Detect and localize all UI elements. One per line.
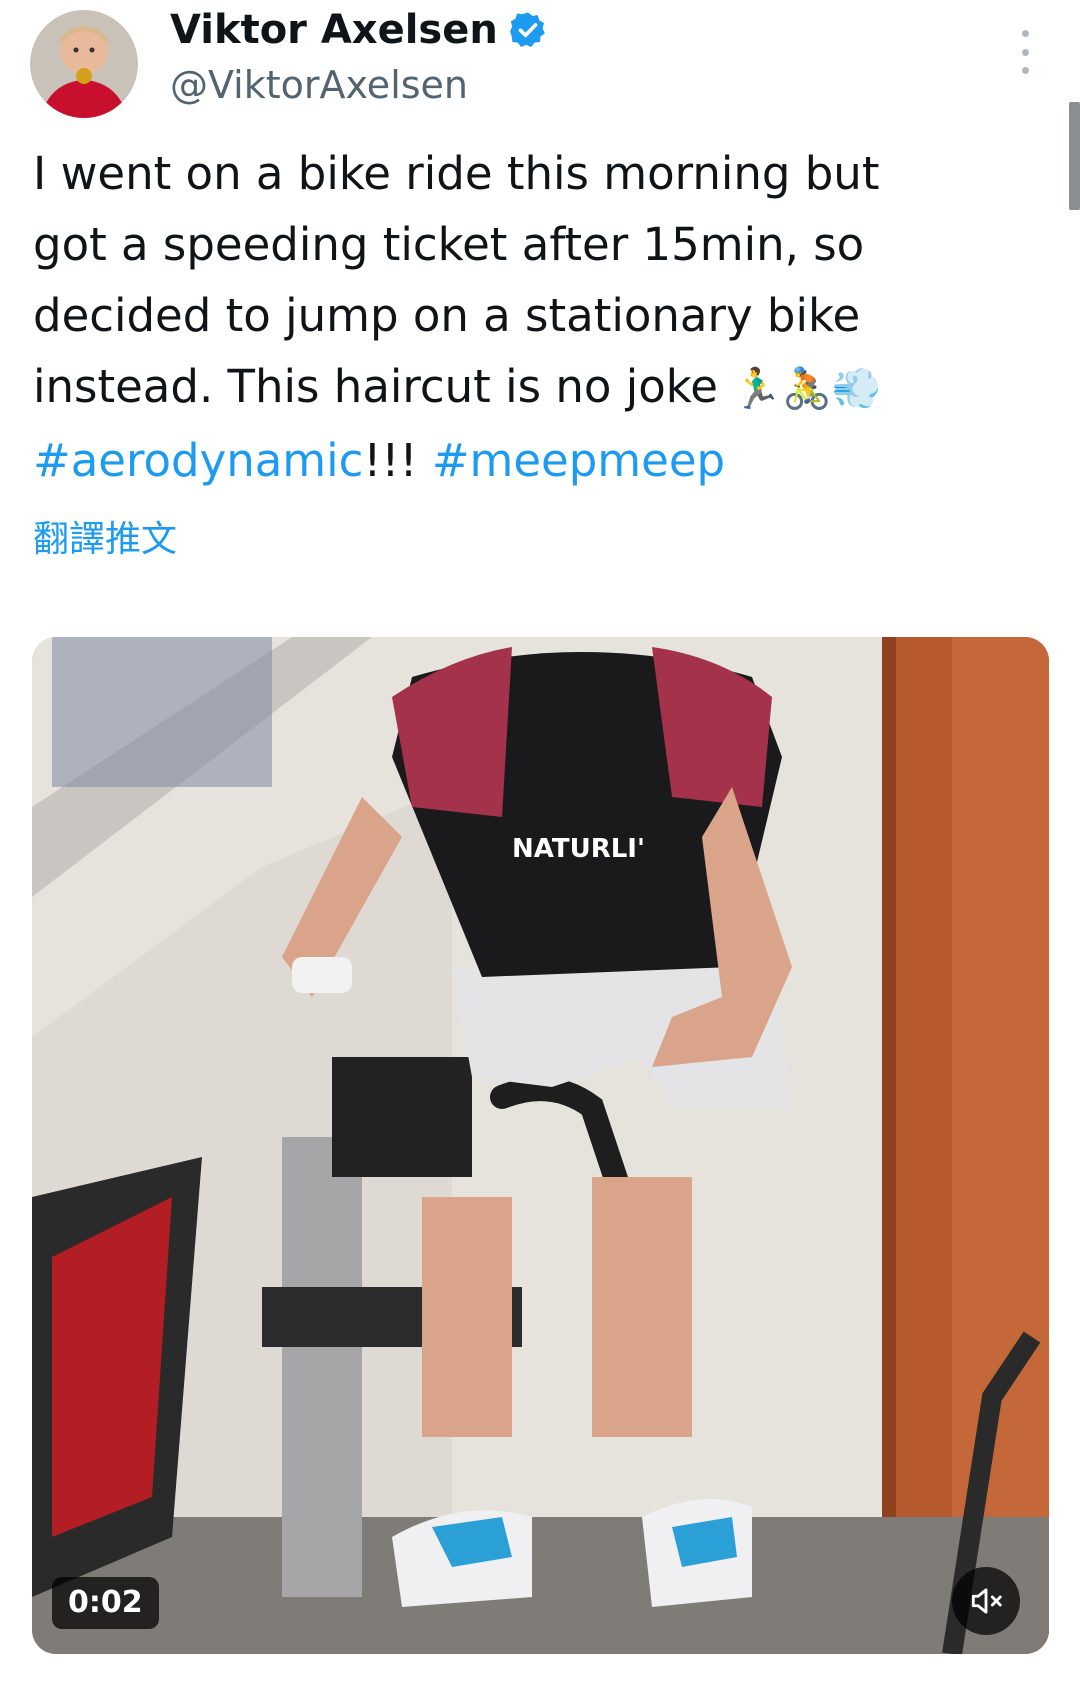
tweet-line-3: decided to jump on a stationary bike: [33, 289, 861, 342]
video-frame-image: NATURLI': [32, 637, 1049, 1654]
video-timestamp: 0:02: [52, 1577, 159, 1629]
shirt-text: NATURLI': [512, 834, 645, 864]
translate-tweet-link[interactable]: 翻譯推文: [33, 515, 177, 565]
tweet-exclaim: !!!: [363, 434, 432, 487]
tweet-text: I went on a bike ride this morning but g…: [33, 138, 1043, 496]
hashtag-meepmeep[interactable]: #meepmeep: [432, 434, 725, 487]
video-player[interactable]: NATURLI' 0:02: [32, 637, 1049, 1654]
tweet-line-1: I went on a bike ride this morning but: [33, 147, 880, 200]
hashtag-aerodynamic[interactable]: #aerodynamic: [33, 434, 363, 487]
tweet-line-5: #aerodynamic!!! #meepmeep: [33, 425, 1043, 496]
tweet-line-4-text: instead. This haircut is no joke: [33, 360, 718, 413]
tweet-line-4: instead. This haircut is no joke 🏃‍♂️🚴💨: [33, 351, 1043, 425]
avatar-photo-icon: [30, 10, 138, 118]
author-name[interactable]: Viktor Axelsen: [170, 4, 548, 56]
speaker-muted-icon: [971, 1588, 1002, 1614]
more-options-icon[interactable]: [1010, 30, 1040, 74]
emoji-run-bike-dash: 🏃‍♂️🚴💨: [732, 366, 882, 412]
scrollbar[interactable]: [1069, 102, 1080, 210]
author-handle[interactable]: @ViktorAxelsen: [170, 60, 468, 110]
verified-badge-icon: [509, 12, 545, 47]
author-name-text[interactable]: Viktor Axelsen: [170, 4, 498, 56]
mute-button[interactable]: [952, 1567, 1020, 1635]
tweet-line-2: got a speeding ticket after 15min, so: [33, 218, 865, 271]
avatar[interactable]: [30, 10, 138, 118]
